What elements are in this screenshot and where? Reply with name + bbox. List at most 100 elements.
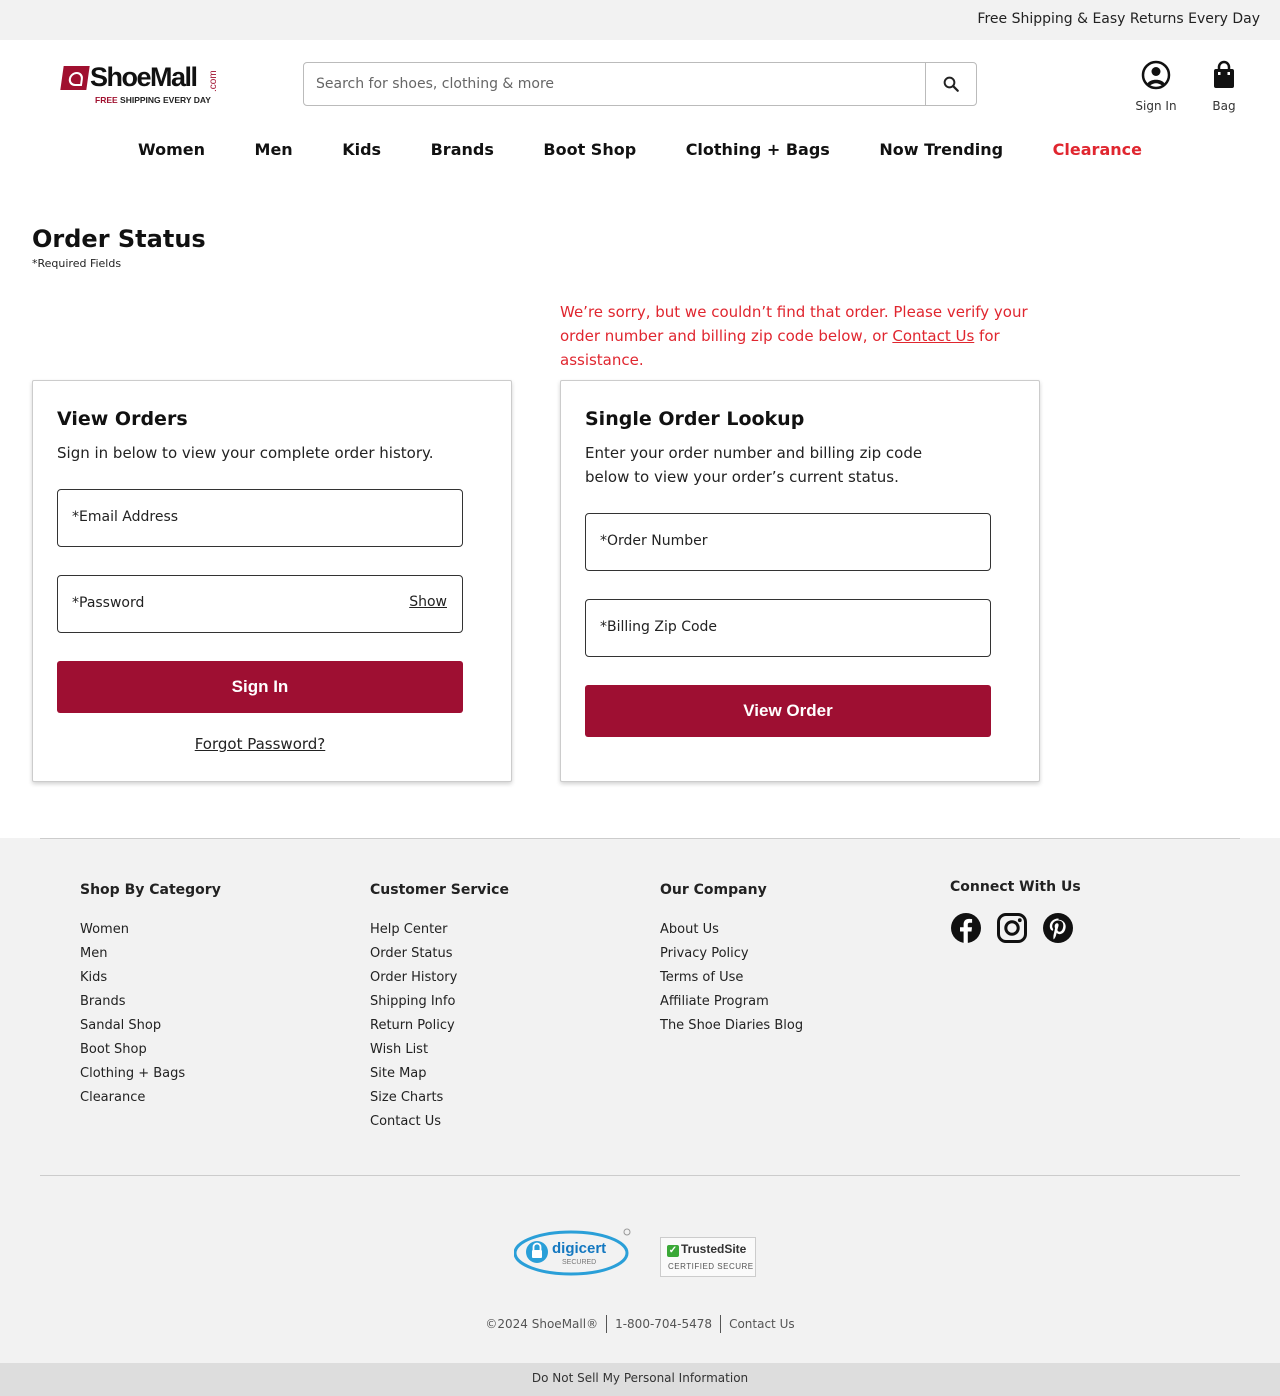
footer-link-contact-us[interactable]: Contact Us — [370, 1110, 509, 1134]
logo-tagline: FREE SHIPPING EVERY DAY — [95, 95, 211, 105]
footer-contact-us-link[interactable]: Contact Us — [721, 1317, 803, 1331]
search-icon — [943, 76, 959, 92]
view-orders-title: View Orders — [57, 408, 188, 430]
check-icon: ✓ — [667, 1245, 679, 1257]
footer-link-order-status[interactable]: Order Status — [370, 942, 509, 966]
promo-bar: Free Shipping & Easy Returns Every Day — [0, 0, 1280, 40]
footer-link-terms-of-use[interactable]: Terms of Use — [660, 966, 803, 990]
logo-dotcom: .com — [208, 70, 219, 92]
footer-link-privacy-policy[interactable]: Privacy Policy — [660, 942, 803, 966]
instagram-icon[interactable] — [996, 912, 1028, 944]
forgot-password-link[interactable]: Forgot Password? — [57, 735, 463, 753]
account-icon — [1141, 60, 1171, 90]
search-input[interactable] — [304, 63, 926, 105]
do-not-sell-bar[interactable]: Do Not Sell My Personal Information — [0, 1363, 1280, 1396]
site-footer: Shop By Category Women Men Kids Brands S… — [0, 838, 1280, 1363]
billing-zip-label: *Billing Zip Code — [600, 619, 718, 635]
order-number-field[interactable]: *Order Number — [585, 513, 991, 571]
logo-wordmark: ShoeMall — [90, 62, 198, 92]
footer-legal-row: ©2024 ShoeMall® 1-800-704-5478 Contact Us — [0, 1315, 1280, 1333]
single-lookup-title: Single Order Lookup — [585, 408, 805, 430]
view-order-button[interactable]: View Order — [585, 685, 991, 737]
footer-link-brands[interactable]: Brands — [80, 990, 221, 1014]
logo-mark-icon — [60, 66, 90, 90]
footer-link-order-history[interactable]: Order History — [370, 966, 509, 990]
footer-link-shoe-diaries-blog[interactable]: The Shoe Diaries Blog — [660, 1014, 803, 1038]
trustedsite-sub: CERTIFIED SECURE — [668, 1262, 754, 1271]
footer-link-affiliate-program[interactable]: Affiliate Program — [660, 990, 803, 1014]
footer-link-about-us[interactable]: About Us — [660, 918, 803, 942]
phone-number[interactable]: 1-800-704-5478 — [607, 1317, 720, 1331]
shopping-bag-icon — [1214, 60, 1234, 88]
footer-link-return-policy[interactable]: Return Policy — [370, 1014, 509, 1038]
footer-link-wish-list[interactable]: Wish List — [370, 1038, 509, 1062]
sign-in-label: Sign In — [1135, 99, 1177, 113]
footer-link-size-charts[interactable]: Size Charts — [370, 1086, 509, 1110]
digicert-secured: SECURED — [562, 1259, 596, 1266]
footer-shop-column: Shop By Category Women Men Kids Brands S… — [80, 882, 221, 1110]
footer-divider-middle — [40, 1175, 1240, 1176]
footer-link-kids[interactable]: Kids — [80, 966, 221, 990]
footer-connect-heading: Connect With Us — [950, 879, 1081, 895]
search-bar — [303, 62, 977, 106]
pinterest-icon[interactable] — [1042, 912, 1074, 944]
security-badges: digicert SECURED ✓ TrustedSite CERTIFIED … — [513, 1228, 764, 1280]
digicert-seal-icon: digicert SECURED — [513, 1228, 631, 1276]
bag-link[interactable]: Bag — [1194, 60, 1254, 113]
view-orders-card: View Orders Sign in below to view your c… — [32, 380, 512, 782]
password-field[interactable]: *Password Show — [57, 575, 463, 633]
nav-kids[interactable]: Kids — [342, 140, 381, 166]
digicert-brand: digicert — [552, 1240, 606, 1257]
footer-link-help-center[interactable]: Help Center — [370, 918, 509, 942]
social-links — [950, 912, 1074, 944]
footer-service-heading: Customer Service — [370, 882, 509, 898]
footer-company-heading: Our Company — [660, 882, 767, 898]
nav-clearance[interactable]: Clearance — [1053, 140, 1142, 166]
trustedsite-title: ✓ TrustedSite — [667, 1242, 747, 1257]
footer-link-shipping-info[interactable]: Shipping Info — [370, 990, 509, 1014]
footer-link-men[interactable]: Men — [80, 942, 221, 966]
footer-link-site-map[interactable]: Site Map — [370, 1062, 509, 1086]
footer-link-sandal-shop[interactable]: Sandal Shop — [80, 1014, 221, 1038]
order-number-label: *Order Number — [600, 533, 708, 549]
footer-link-boot-shop[interactable]: Boot Shop — [80, 1038, 221, 1062]
shoemall-logo[interactable]: ShoeMall .com FREE SHIPPING EVERY DAY — [60, 62, 222, 108]
do-not-sell-link[interactable]: Do Not Sell My Personal Information — [532, 1371, 748, 1385]
show-password-toggle[interactable]: Show — [409, 594, 447, 610]
footer-company-column: Our Company About Us Privacy Policy Term… — [660, 882, 803, 1038]
search-button[interactable] — [925, 63, 976, 105]
nav-brands[interactable]: Brands — [431, 140, 494, 166]
nav-now-trending[interactable]: Now Trending — [879, 140, 1003, 166]
nav-boot-shop[interactable]: Boot Shop — [543, 140, 636, 166]
footer-link-clearance[interactable]: Clearance — [80, 1086, 221, 1110]
footer-link-women[interactable]: Women — [80, 918, 221, 942]
footer-divider-top — [40, 838, 1240, 839]
promo-text: Free Shipping & Easy Returns Every Day — [977, 11, 1260, 27]
footer-shop-heading: Shop By Category — [80, 882, 221, 898]
billing-zip-field[interactable]: *Billing Zip Code — [585, 599, 991, 657]
facebook-icon[interactable] — [950, 912, 982, 944]
footer-service-column: Customer Service Help Center Order Statu… — [370, 882, 509, 1134]
single-lookup-desc: Enter your order number and billing zip … — [585, 444, 923, 486]
footer-connect-column: Connect With Us — [950, 879, 1081, 915]
view-orders-desc: Sign in below to view your complete orde… — [57, 444, 434, 462]
error-contact-us-link[interactable]: Contact Us — [892, 327, 974, 345]
required-fields-note: *Required Fields — [32, 257, 122, 270]
digicert-badge[interactable]: digicert SECURED — [513, 1228, 632, 1276]
footer-link-clothing-bags[interactable]: Clothing + Bags — [80, 1062, 221, 1086]
sign-in-button[interactable]: Sign In — [57, 661, 463, 713]
bag-label: Bag — [1212, 99, 1236, 113]
main-nav: Women Men Kids Brands Boot Shop Clothing… — [110, 140, 1170, 166]
single-order-lookup-card: Single Order Lookup Enter your order num… — [560, 380, 1040, 782]
order-not-found-error: We’re sorry, but we couldn’t find that o… — [560, 303, 1028, 369]
copyright-text: ©2024 ShoeMall® — [485, 1316, 599, 1331]
password-label: *Password — [72, 595, 145, 611]
trustedsite-badge[interactable]: ✓ TrustedSite CERTIFIED SECURE — [660, 1237, 756, 1277]
nav-men[interactable]: Men — [255, 140, 293, 166]
nav-clothing-bags[interactable]: Clothing + Bags — [686, 140, 830, 166]
nav-women[interactable]: Women — [138, 140, 205, 166]
sign-in-link[interactable]: Sign In — [1126, 60, 1186, 113]
email-label: *Email Address — [72, 509, 179, 525]
page-title: Order Status — [32, 225, 206, 253]
email-field[interactable]: *Email Address — [57, 489, 463, 547]
